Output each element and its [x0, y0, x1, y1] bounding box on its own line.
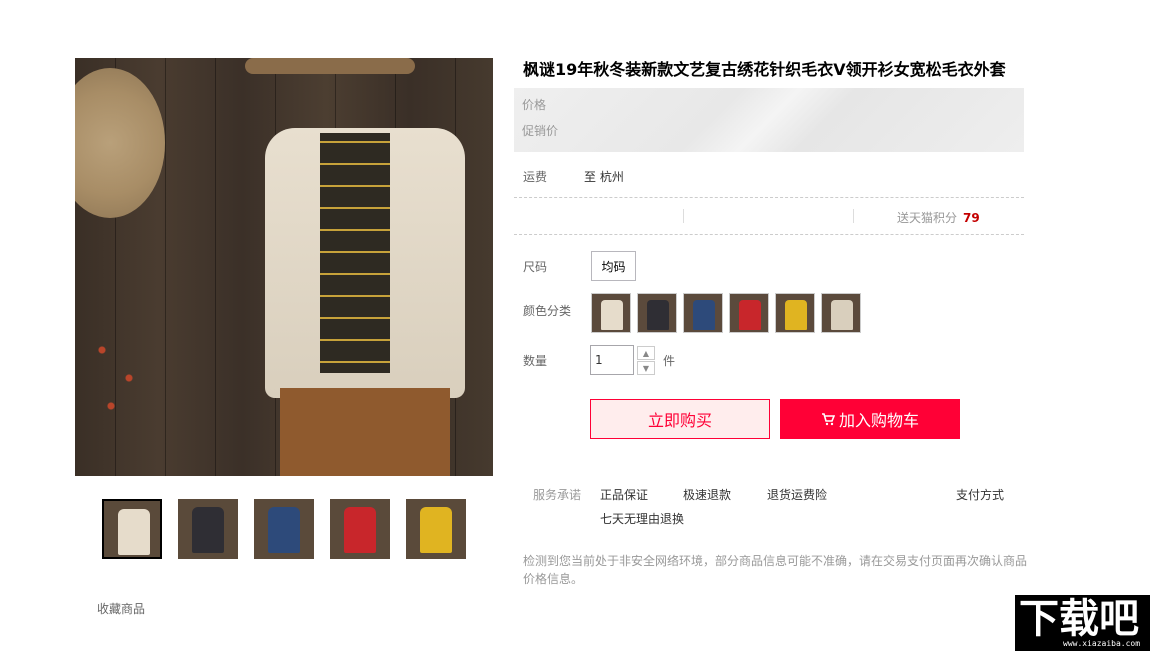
points-label: 送天猫积分: [897, 211, 958, 225]
buy-now-button[interactable]: 立即购买: [590, 399, 770, 439]
service-item[interactable]: 极速退款: [683, 486, 731, 503]
site-logo: 下载吧 www.xiazaiba.com: [1015, 595, 1150, 651]
logo-text: 下载吧: [1019, 596, 1139, 642]
buy-now-label: 立即购买: [647, 411, 712, 430]
size-option[interactable]: 均码: [591, 251, 636, 281]
quantity-unit: 件: [663, 354, 676, 368]
size-label: 尺码: [523, 260, 548, 274]
cart-icon: [821, 413, 835, 426]
thumbnail-5[interactable]: [406, 499, 466, 559]
price-label: 价格: [522, 98, 547, 112]
quantity-increase-button[interactable]: ▲: [637, 346, 655, 360]
color-option[interactable]: [775, 293, 815, 333]
shipping-label: 运费: [523, 170, 548, 184]
color-options: [591, 293, 861, 333]
color-swatch: [831, 300, 853, 330]
thumbnail-1[interactable]: [102, 499, 162, 559]
add-to-cart-button[interactable]: 加入购物车: [780, 399, 960, 439]
color-label: 颜色分类: [523, 304, 572, 318]
service-item[interactable]: 退货运费险: [767, 486, 827, 503]
points-value: 79: [963, 211, 980, 225]
shipping-destination[interactable]: 至 杭州: [584, 168, 624, 185]
color-option[interactable]: [821, 293, 861, 333]
thumbnail-swatch: [118, 509, 150, 555]
security-notice: 检测到您当前处于非安全网络环境，部分商品信息可能不准确，请在交易支付页面再次确认…: [523, 554, 1028, 586]
color-swatch: [647, 300, 669, 330]
add-to-cart-label: 加入购物车: [838, 411, 919, 430]
price-panel: 价格 促销价: [514, 88, 1024, 152]
thumbnail-swatch: [268, 507, 300, 553]
color-option[interactable]: [637, 293, 677, 333]
product-title: 枫谜19年秋冬装新款文艺复古绣花针织毛衣V领开衫女宽松毛衣外套: [523, 60, 1006, 79]
payment-methods-link[interactable]: 支付方式: [956, 486, 1004, 503]
divider: [514, 197, 1024, 198]
divider: [683, 209, 684, 223]
thumbnail-swatch: [192, 507, 224, 553]
quantity-input[interactable]: [590, 345, 634, 375]
quantity-label: 数量: [523, 354, 548, 368]
thumbnail-swatch: [344, 507, 376, 553]
color-swatch: [693, 300, 715, 330]
color-swatch: [601, 300, 623, 330]
divider: [514, 234, 1024, 235]
thumbnail-swatch: [420, 507, 452, 553]
thumbnail-2[interactable]: [178, 499, 238, 559]
service-item[interactable]: 七天无理由退换: [600, 510, 684, 527]
favorite-link[interactable]: 收藏商品: [97, 600, 145, 617]
tmall-points: 送天猫积分 79: [897, 209, 980, 226]
service-item[interactable]: 正品保证: [600, 486, 648, 503]
quantity-decrease-button[interactable]: ▼: [637, 361, 655, 375]
thumbnail-4[interactable]: [330, 499, 390, 559]
color-swatch: [739, 300, 761, 330]
divider: [853, 209, 854, 223]
service-label: 服务承诺: [533, 488, 582, 502]
color-option[interactable]: [683, 293, 723, 333]
chevron-up-icon: ▲: [642, 348, 650, 358]
color-option[interactable]: [729, 293, 769, 333]
promo-price-label: 促销价: [522, 124, 559, 138]
main-product-image: [75, 58, 493, 476]
color-option[interactable]: [591, 293, 631, 333]
thumbnail-list: [102, 499, 466, 559]
chevron-down-icon: ▼: [642, 363, 650, 373]
logo-url: www.xiazaiba.com: [1063, 639, 1141, 648]
color-swatch: [785, 300, 807, 330]
thumbnail-3[interactable]: [254, 499, 314, 559]
